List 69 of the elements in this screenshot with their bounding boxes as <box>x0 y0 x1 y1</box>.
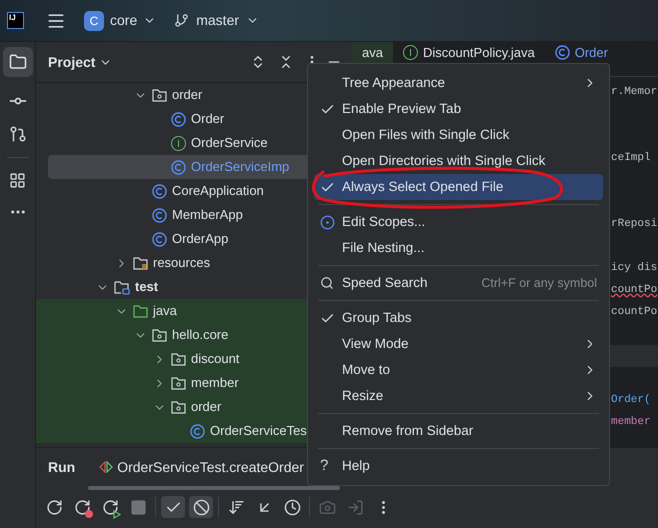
tree-label: Order <box>191 110 224 128</box>
tree-label: resources <box>153 254 210 272</box>
code-line: r.Memor <box>611 84 658 100</box>
code-line: countPo <box>611 304 658 320</box>
rerun-failed-icon[interactable] <box>74 498 90 516</box>
tree-label: OrderApp <box>172 230 228 248</box>
stop-icon[interactable] <box>130 498 146 516</box>
tree-label: discount <box>191 350 240 368</box>
package-folder-icon <box>152 328 167 342</box>
workspace-selector[interactable]: C core <box>84 10 156 31</box>
package-folder-icon <box>171 352 186 366</box>
tree-label: OrderService <box>191 134 268 152</box>
class-icon <box>190 424 205 438</box>
class-icon <box>152 208 167 222</box>
search-icon <box>320 276 334 290</box>
package-folder-icon <box>152 88 167 102</box>
clock-icon[interactable] <box>284 498 300 516</box>
project-view-selector[interactable]: Project <box>48 52 112 72</box>
menu-item[interactable]: Speed Search Ctrl+F or any symbol <box>314 270 603 296</box>
pull-request-icon[interactable] <box>8 125 26 143</box>
rerun-icon[interactable] <box>46 498 62 516</box>
menu-item[interactable]: File Nesting... <box>314 235 603 261</box>
folder-icon[interactable] <box>8 53 26 71</box>
branch-selector[interactable]: master <box>174 10 260 31</box>
package-folder-icon <box>171 376 186 390</box>
help-icon: ? <box>320 454 328 478</box>
menu-item[interactable]: ? Help <box>314 453 603 479</box>
test-folder-icon <box>114 280 130 294</box>
test-status-icon <box>99 461 114 473</box>
class-icon <box>171 112 186 126</box>
sort-icon[interactable] <box>228 498 244 516</box>
code-line: countPo <box>611 282 658 298</box>
shortcut-hint: Ctrl+F or any symbol <box>481 274 597 292</box>
class-icon <box>152 184 167 198</box>
menu-item[interactable]: Edit Scopes... <box>314 209 603 235</box>
menu-item[interactable]: Open Files with Single Click <box>314 122 603 148</box>
interface-icon <box>171 136 186 150</box>
tree-label: java <box>153 302 177 320</box>
project-badge: C <box>84 10 104 30</box>
code-line: ceImpl <box>611 150 651 166</box>
tree-label: CoreApplication <box>172 182 264 200</box>
class-icon <box>554 45 570 60</box>
scope-icon <box>320 214 335 230</box>
branch-icon <box>174 13 190 28</box>
tree-label: order <box>191 398 222 416</box>
menu-item[interactable]: Always Select Opened File <box>314 174 603 200</box>
ban-icon[interactable] <box>192 498 210 516</box>
code-line: member <box>611 414 651 430</box>
package-folder-icon <box>171 400 186 414</box>
menu-item[interactable]: Enable Preview Tab <box>314 96 603 122</box>
class-icon <box>171 160 186 174</box>
code-line: rReposi <box>611 216 658 232</box>
tree-label: order <box>172 86 202 104</box>
tree-label: test <box>135 278 158 296</box>
run-config-tab[interactable]: OrderServiceTest.createOrder <box>99 456 304 478</box>
run-tab[interactable]: Run <box>48 456 76 478</box>
interface-icon <box>402 45 418 60</box>
tree-label: OrderServiceTes <box>210 422 307 440</box>
tree-label: member <box>191 374 239 392</box>
code-line: Order( <box>611 392 651 408</box>
source-folder-icon <box>133 304 148 318</box>
structure-icon[interactable] <box>9 172 26 189</box>
tree-label: MemberApp <box>172 206 243 224</box>
code-line: icy dis <box>611 260 658 276</box>
tree-label: hello.core <box>172 326 228 344</box>
resources-folder-icon <box>133 256 148 270</box>
app-logo[interactable]: IJ <box>7 12 24 29</box>
class-icon <box>152 232 167 246</box>
tree-label: OrderServiceImp <box>191 158 290 176</box>
